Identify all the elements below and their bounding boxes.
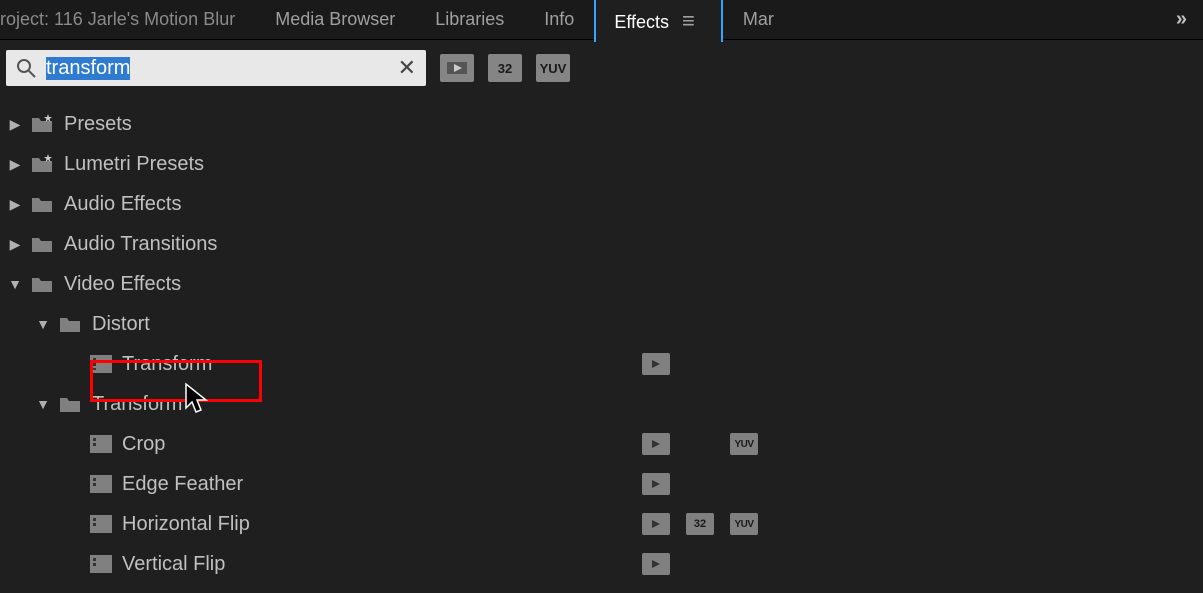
effect-badges — [642, 553, 670, 575]
folder-star-icon — [30, 114, 54, 134]
folder-label: Audio Transitions — [64, 233, 217, 256]
effect-edge-feather[interactable]: Edge Feather — [2, 464, 1201, 504]
effect-label: Transform — [122, 353, 212, 376]
effect-badges: YUV — [642, 433, 758, 455]
effect-transform[interactable]: Transform — [2, 344, 1201, 384]
folder-label: Lumetri Presets — [64, 153, 204, 176]
folder-icon — [58, 394, 82, 414]
tab-effects-label: Effects — [614, 12, 669, 32]
32bit-filter-button[interactable]: 32 — [488, 54, 522, 82]
yuv-filter-button[interactable]: YUV — [536, 54, 570, 82]
collapse-arrow-icon[interactable]: ▼ — [34, 396, 52, 412]
effect-icon — [90, 515, 112, 533]
effect-label: Vertical Flip — [122, 553, 225, 576]
folder-transform[interactable]: ▼ Transform — [2, 384, 1201, 424]
tab-markers[interactable]: Mar — [723, 0, 794, 40]
folder-icon — [30, 234, 54, 254]
expand-arrow-icon[interactable]: ▶ — [6, 236, 24, 253]
search-field[interactable]: ✕ — [6, 50, 426, 86]
tab-effects[interactable]: Effects ≡ — [594, 0, 723, 42]
tab-project[interactable]: roject: 116 Jarle's Motion Blur — [0, 0, 255, 40]
accelerated-filter-button[interactable] — [440, 54, 474, 82]
folder-label: Video Effects — [64, 273, 181, 296]
effect-icon — [90, 355, 112, 373]
panel-menu-icon[interactable]: ≡ — [674, 8, 703, 33]
effect-icon — [90, 475, 112, 493]
expand-arrow-icon[interactable]: ▶ — [6, 156, 24, 173]
panel-tabs: roject: 116 Jarle's Motion Blur Media Br… — [0, 0, 1203, 40]
effect-crop[interactable]: Crop YUV — [2, 424, 1201, 464]
effect-badges — [642, 473, 670, 495]
effects-toolbar: ✕ 32 YUV — [0, 40, 1203, 98]
effect-label: Horizontal Flip — [122, 513, 250, 536]
folder-star-icon — [30, 154, 54, 174]
folder-icon — [30, 274, 54, 294]
effect-label: Edge Feather — [122, 473, 243, 496]
folder-audio-effects[interactable]: ▶ Audio Effects — [2, 184, 1201, 224]
effect-icon — [90, 555, 112, 573]
expand-arrow-icon[interactable]: ▶ — [6, 196, 24, 213]
folder-label: Distort — [92, 313, 150, 336]
effect-vertical-flip[interactable]: Vertical Flip — [2, 544, 1201, 584]
effect-badges: 32 YUV — [642, 513, 758, 535]
effects-tree: ▶ Presets ▶ Lumetri Presets ▶ Audio Effe… — [0, 98, 1203, 593]
yuv-badge: YUV — [730, 513, 758, 535]
clear-search-icon[interactable]: ✕ — [388, 55, 426, 81]
folder-presets[interactable]: ▶ Presets — [2, 104, 1201, 144]
accelerated-badge-icon — [642, 553, 670, 575]
folder-audio-transitions[interactable]: ▶ Audio Transitions — [2, 224, 1201, 264]
effect-icon — [90, 435, 112, 453]
folder-lumetri-presets[interactable]: ▶ Lumetri Presets — [2, 144, 1201, 184]
accelerated-badge-icon — [642, 473, 670, 495]
collapse-arrow-icon[interactable]: ▼ — [6, 276, 24, 292]
collapse-arrow-icon[interactable]: ▼ — [34, 316, 52, 332]
effect-badges — [642, 353, 670, 375]
folder-label: Presets — [64, 113, 132, 136]
expand-arrow-icon[interactable]: ▶ — [6, 116, 24, 133]
folder-label: Transform — [92, 393, 182, 416]
accelerated-badge-icon — [642, 353, 670, 375]
search-icon — [14, 56, 38, 80]
folder-distort[interactable]: ▼ Distort — [2, 304, 1201, 344]
yuv-badge: YUV — [730, 433, 758, 455]
accelerated-badge-icon — [642, 433, 670, 455]
tab-info[interactable]: Info — [524, 0, 594, 40]
accelerated-icon — [447, 60, 467, 76]
tab-libraries[interactable]: Libraries — [415, 0, 524, 40]
effect-horizontal-flip[interactable]: Horizontal Flip 32 YUV — [2, 504, 1201, 544]
search-input[interactable] — [46, 50, 388, 86]
folder-icon — [58, 314, 82, 334]
overflow-chevron-icon[interactable]: » — [1160, 8, 1203, 31]
folder-video-effects[interactable]: ▼ Video Effects — [2, 264, 1201, 304]
32bit-badge: 32 — [686, 513, 714, 535]
effect-label: Crop — [122, 433, 165, 456]
accelerated-badge-icon — [642, 513, 670, 535]
tab-media-browser[interactable]: Media Browser — [255, 0, 415, 40]
folder-label: Audio Effects — [64, 193, 181, 216]
folder-icon — [30, 194, 54, 214]
